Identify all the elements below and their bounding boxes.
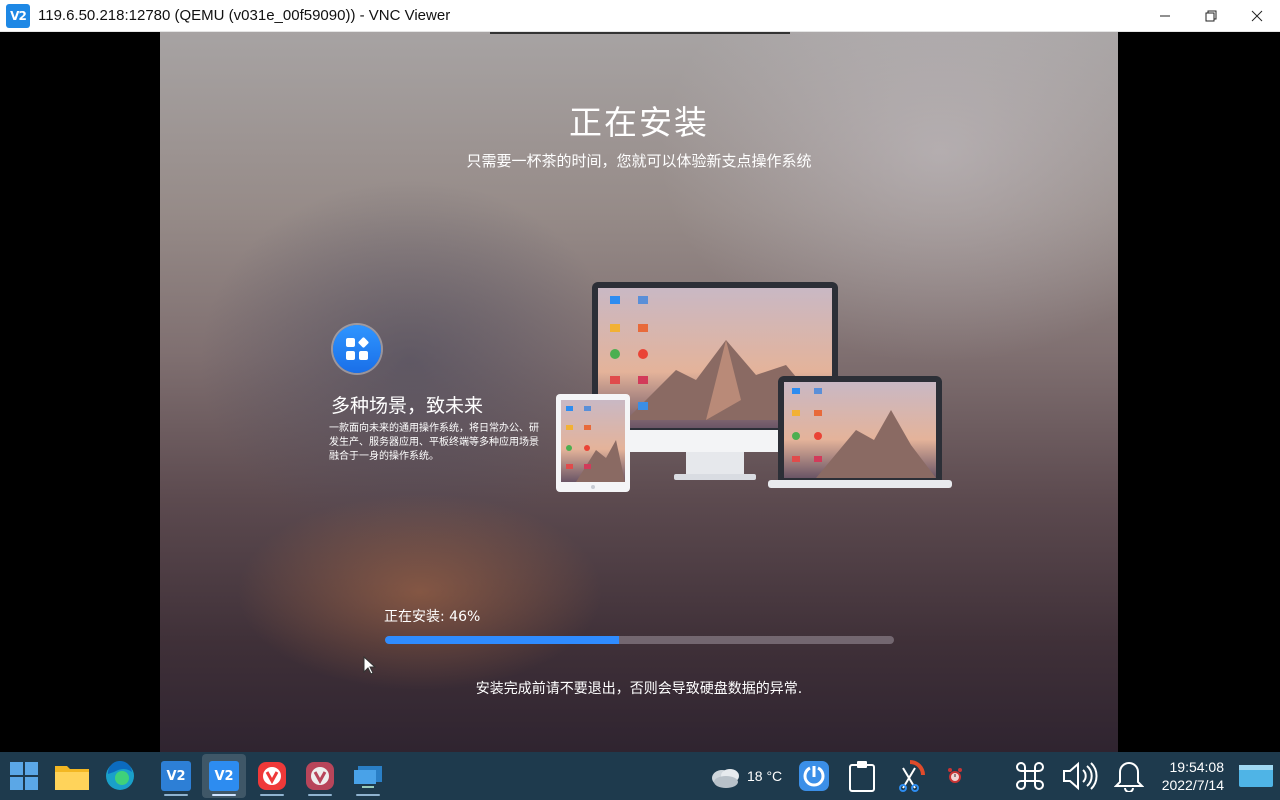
vnc-viewer-app-icon[interactable]: V2	[6, 3, 30, 28]
show-desktop-button[interactable]	[1236, 752, 1276, 800]
vnc-viewer-active-icon: V2	[209, 761, 239, 791]
command-button[interactable]	[1012, 752, 1048, 800]
clock-time: 19:54:08	[1169, 759, 1225, 775]
laptop	[768, 376, 952, 488]
running-indicator	[260, 794, 284, 796]
vnc-viewer-taskbar-button[interactable]: V2	[154, 754, 198, 798]
running-indicator	[164, 794, 188, 796]
feature-description: 一款面向未来的通用操作系统，将日常办公、研发生产、服务器应用、平板终端等多种应用…	[329, 423, 539, 462]
volume-icon	[1063, 761, 1098, 791]
running-indicator	[356, 794, 380, 796]
running-indicator	[308, 794, 332, 796]
installer-subtitle: 只需要一杯茶的时间，您就可以体验新支点操作系统	[466, 152, 812, 170]
taskbar-clock[interactable]: 19:54:08 2022/7/14	[1162, 758, 1224, 794]
app-tray-icon	[799, 761, 829, 791]
restore-icon	[1205, 10, 1217, 21]
window-title: 119.6.50.218:12780 (QEMU (v031e_00f59090…	[38, 7, 451, 24]
minimize-icon	[1160, 15, 1170, 16]
command-icon	[1016, 762, 1044, 790]
minimize-button[interactable]	[1142, 0, 1188, 31]
weather-temp: 18 °C	[747, 768, 783, 784]
restore-button[interactable]	[1188, 0, 1234, 31]
install-progress-fill	[385, 636, 620, 644]
clipboard-button[interactable]	[845, 752, 879, 800]
snipping-tool-button[interactable]	[893, 752, 927, 800]
snipping-tool-icon	[899, 760, 925, 792]
remote-desktop-icon	[354, 766, 382, 788]
notifications-button[interactable]	[1112, 752, 1146, 800]
start-button[interactable]	[2, 754, 46, 798]
taskbar: V2 V2 18 °C 19:54:08 2022/7/14	[0, 752, 1280, 800]
vnc-viewer-active-button[interactable]: V2	[202, 754, 246, 798]
remote-top-edge	[490, 32, 790, 34]
show-desktop-icon	[1239, 765, 1273, 787]
edge-browser-icon	[106, 760, 134, 790]
app-tray-button[interactable]	[797, 752, 831, 800]
apps-grid-icon	[333, 325, 381, 373]
active-indicator	[212, 794, 236, 796]
clipboard-icon	[849, 761, 875, 792]
file-explorer-icon	[55, 766, 89, 790]
weather-widget[interactable]: 18 °C	[708, 752, 782, 800]
vivaldi-alt-button[interactable]	[298, 754, 342, 798]
mouse-cursor-icon	[363, 656, 377, 675]
install-warning: 安装完成前请不要退出，否则会导致硬盘数据的异常.	[475, 681, 803, 697]
devices-illustration	[556, 282, 952, 492]
alarm-icon	[948, 768, 962, 783]
alarm-button[interactable]	[941, 752, 969, 800]
install-progress-bar	[385, 636, 894, 644]
clock-date: 2022/7/14	[1161, 777, 1224, 793]
notification-bell-icon	[1114, 761, 1144, 792]
close-button[interactable]	[1234, 0, 1280, 31]
volume-button[interactable]	[1060, 752, 1100, 800]
vnc-viewer-icon: V2	[161, 761, 191, 791]
remote-desktop-button[interactable]	[346, 754, 390, 798]
close-icon	[1251, 10, 1263, 21]
window-titlebar[interactable]: V2 119.6.50.218:12780 (QEMU (v031e_00f59…	[0, 0, 1280, 32]
windows-start-icon	[10, 762, 38, 790]
feature-title: 多种场景，致未来	[331, 395, 484, 417]
vivaldi-icon	[258, 762, 286, 790]
remote-desktop-view[interactable]: 正在安装 只需要一杯茶的时间，您就可以体验新支点操作系统 多种场景，致未来 一款…	[160, 32, 1118, 752]
edge-browser-button[interactable]	[98, 754, 142, 798]
tablet	[556, 394, 630, 492]
vivaldi-button[interactable]	[250, 754, 294, 798]
cloudy-icon	[712, 769, 739, 788]
installer-title: 正在安装	[569, 103, 709, 142]
file-explorer-button[interactable]	[50, 754, 94, 798]
progress-label: 正在安装: 46%	[384, 609, 481, 625]
vivaldi-alt-icon	[306, 762, 334, 790]
